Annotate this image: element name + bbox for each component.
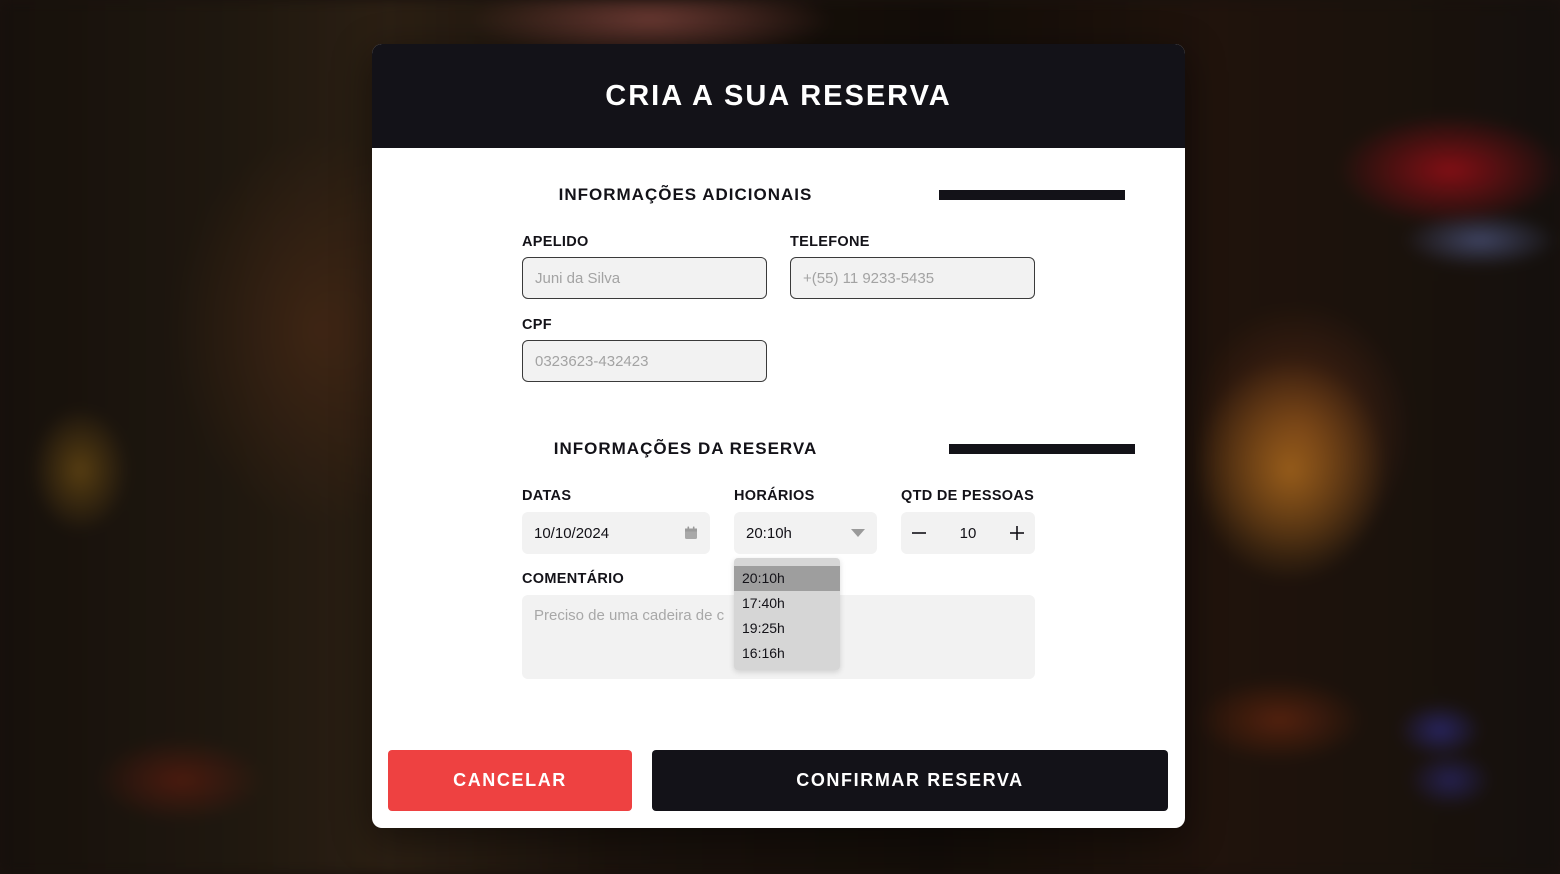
calendar-icon[interactable] — [684, 526, 698, 540]
modal-title: CRIA A SUA RESERVA — [605, 79, 952, 112]
time-option[interactable]: 16:16h — [734, 641, 840, 666]
people-stepper: 10 — [901, 512, 1035, 554]
nickname-input[interactable] — [522, 257, 767, 299]
cancel-button[interactable]: CANCELAR — [388, 750, 632, 811]
chevron-down-icon[interactable] — [851, 529, 865, 537]
nickname-label: APELIDO — [522, 234, 589, 250]
date-value: 10/10/2024 — [534, 524, 610, 542]
time-selected-value: 20:10h — [746, 524, 792, 542]
modal-header: CRIA A SUA RESERVA — [372, 44, 1185, 148]
times-label: HORÁRIOS — [734, 488, 815, 504]
section-underline — [949, 444, 1135, 454]
minus-icon[interactable] — [909, 525, 929, 541]
phone-input[interactable] — [790, 257, 1035, 299]
comment-label: COMENTÁRIO — [522, 571, 625, 587]
cpf-label: CPF — [522, 317, 552, 333]
cpf-input[interactable] — [522, 340, 767, 382]
time-option[interactable]: 20:10h — [734, 566, 840, 591]
time-select[interactable]: 20:10h — [734, 512, 877, 554]
time-option[interactable]: 17:40h — [734, 591, 840, 616]
date-picker[interactable]: 10/10/2024 — [522, 512, 710, 554]
section-title-reservation-info-text: INFORMAÇÕES DA RESERVA — [553, 439, 818, 458]
section-title-reservation-info: INFORMAÇÕES DA RESERVA — [372, 439, 1185, 475]
people-count: 10 — [959, 524, 977, 542]
reservation-modal: CRIA A SUA RESERVA INFORMAÇÕES ADICIONAI… — [372, 44, 1185, 828]
section-title-additional-info-text: INFORMAÇÕES ADICIONAIS — [558, 185, 813, 204]
section-title-additional-info: INFORMAÇÕES ADICIONAIS — [372, 185, 1185, 221]
time-dropdown-list: 20:10h 17:40h 19:25h 16:16h — [734, 558, 840, 670]
dates-label: DATAS — [522, 488, 572, 504]
phone-label: TELEFONE — [790, 234, 870, 250]
confirm-reservation-button[interactable]: CONFIRMAR RESERVA — [652, 750, 1168, 811]
plus-icon[interactable] — [1007, 525, 1027, 541]
section-underline — [939, 190, 1126, 200]
people-label: QTD DE PESSOAS — [901, 488, 1035, 504]
time-option[interactable]: 19:25h — [734, 616, 840, 641]
